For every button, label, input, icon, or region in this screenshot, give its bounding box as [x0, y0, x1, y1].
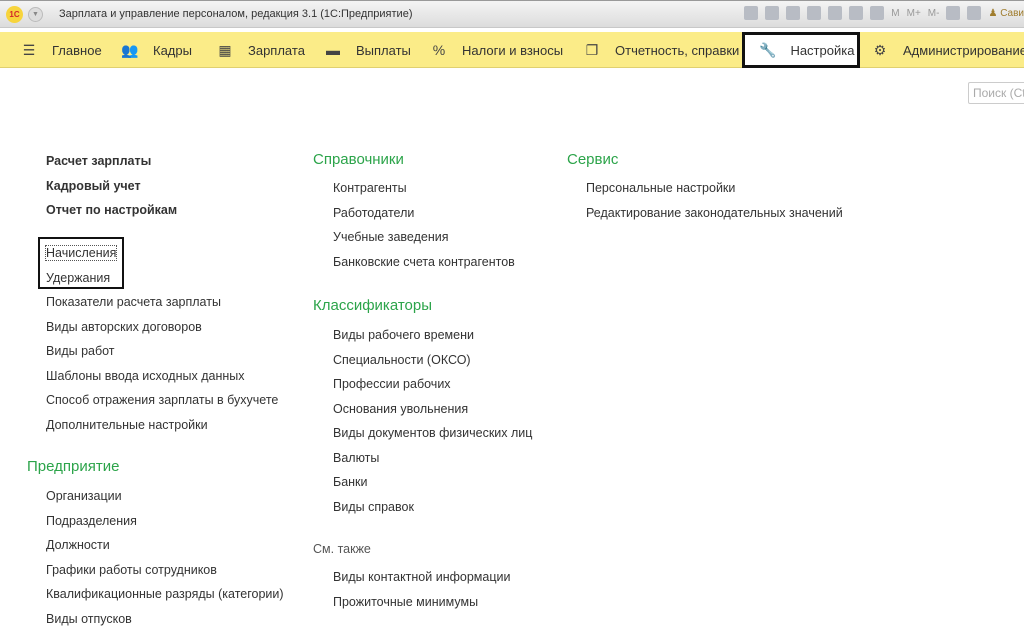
nav-payments[interactable]: ▬ Выплаты	[324, 32, 411, 68]
link-additional-settings[interactable]: Дополнительные настройки	[46, 413, 278, 438]
main-menu-button[interactable]: ▼	[28, 7, 43, 22]
service-links: Персональные настройки Редактирование за…	[586, 176, 843, 225]
percent-icon: %	[430, 42, 448, 58]
link-bank-accounts[interactable]: Банковские счета контрагентов	[333, 250, 515, 275]
user-label: Сави	[1000, 8, 1024, 19]
toolbar: M M+ M- ♟ Сави	[744, 6, 1024, 20]
link-accruals[interactable]: Начисления	[46, 246, 116, 260]
link-currencies[interactable]: Валюты	[333, 446, 532, 471]
panels-icon[interactable]	[967, 6, 981, 20]
menu-icon: ☰	[20, 42, 38, 59]
link-settings-report[interactable]: Отчет по настройкам	[46, 198, 177, 223]
wrench-icon: 🔧	[759, 42, 776, 59]
nav-administration[interactable]: ⚙ Администрирование	[871, 32, 1024, 68]
nav-label: Администрирование	[903, 43, 1024, 58]
section-panel: ☰ Главное 👥 Кадры ▦ Зарплата ▬ Выплаты % Нало…	[0, 32, 1024, 68]
directories-links: Контрагенты Работодатели Учебные заведен…	[333, 176, 515, 274]
spreadsheet-icon[interactable]	[849, 6, 863, 20]
section-enterprise: Предприятие	[27, 455, 119, 479]
link-counterparties[interactable]: Контрагенты	[333, 176, 515, 201]
link-positions[interactable]: Должности	[46, 533, 284, 558]
nav-label: Отчетность, справки	[615, 43, 739, 58]
print-icon[interactable]	[765, 6, 779, 20]
nav-reports[interactable]: ❐ Отчетность, справки	[583, 32, 739, 68]
preview-icon[interactable]	[786, 6, 800, 20]
link-schedules[interactable]: Графики работы сотрудников	[46, 558, 284, 583]
link-author-contracts[interactable]: Виды авторских договоров	[46, 315, 278, 340]
card-icon: ▬	[324, 42, 342, 58]
link-departments[interactable]: Подразделения	[46, 509, 284, 534]
users-icon: 👥	[121, 42, 139, 59]
link-personal-settings[interactable]: Персональные настройки	[586, 176, 843, 201]
title-bar: 1С ▼ Зарплата и управление персоналом, р…	[0, 0, 1024, 28]
link-schools[interactable]: Учебные заведения	[333, 225, 515, 250]
link-dismissal-grounds[interactable]: Основания увольнения	[333, 397, 532, 422]
memory-plus-button[interactable]: M+	[907, 8, 921, 19]
section-see-also: См. также	[313, 537, 371, 561]
nav-label: Зарплата	[248, 43, 305, 58]
link-specialties[interactable]: Специальности (ОКСО)	[333, 348, 532, 373]
nav-label: Настройка	[790, 43, 854, 58]
reports-icon: ❐	[583, 42, 601, 59]
link-accounting-method[interactable]: Способ отражения зарплаты в бухучете	[46, 388, 278, 413]
see-also-links: Виды контактной информации Прожиточные м…	[333, 565, 510, 614]
link-hr-accounting[interactable]: Кадровый учет	[46, 174, 177, 199]
link-banks[interactable]: Банки	[333, 470, 532, 495]
nav-staff[interactable]: 👥 Кадры	[121, 32, 192, 68]
user-name[interactable]: ♟ Сави	[988, 8, 1024, 19]
link-work-types[interactable]: Виды работ	[46, 339, 278, 364]
link-organizations[interactable]: Организации	[46, 484, 284, 509]
calculator-icon: ▦	[216, 42, 234, 59]
link-subsistence-minimums[interactable]: Прожиточные минимумы	[333, 590, 510, 615]
classifiers-links: Виды рабочего времени Специальности (ОКС…	[333, 323, 532, 519]
link-professions[interactable]: Профессии рабочих	[333, 372, 532, 397]
link-icon[interactable]	[807, 6, 821, 20]
left-links: Начисления Удержания Показатели расчета …	[46, 241, 278, 437]
link-indicators[interactable]: Показатели расчета зарплаты	[46, 290, 278, 315]
calendar-icon[interactable]	[870, 6, 884, 20]
nav-label: Главное	[52, 43, 102, 58]
search-input[interactable]: Поиск (Ct	[968, 82, 1024, 104]
link-legislative-values[interactable]: Редактирование законодательных значений	[586, 201, 843, 226]
memory-minus-button[interactable]: M-	[928, 8, 940, 19]
nav-taxes[interactable]: % Налоги и взносы	[430, 32, 563, 68]
save-icon[interactable]	[744, 6, 758, 20]
memory-button[interactable]: M	[891, 8, 899, 19]
link-vacation-types[interactable]: Виды отпусков	[46, 607, 284, 631]
section-classifiers: Классификаторы	[313, 294, 432, 318]
link-grades[interactable]: Квалификационные разряды (категории)	[46, 582, 284, 607]
link-certificate-types[interactable]: Виды справок	[333, 495, 532, 520]
zoom-icon[interactable]	[946, 6, 960, 20]
link2-icon[interactable]	[828, 6, 842, 20]
window-title: Зарплата и управление персоналом, редакц…	[59, 8, 412, 20]
link-id-documents[interactable]: Виды документов физических лиц	[333, 421, 532, 446]
gear-icon: ⚙	[871, 42, 889, 59]
nav-label: Выплаты	[356, 43, 411, 58]
link-contact-info-types[interactable]: Виды контактной информации	[333, 565, 510, 590]
link-salary-calc[interactable]: Расчет зарплаты	[46, 149, 177, 174]
section-directories: Справочники	[313, 148, 404, 172]
link-templates[interactable]: Шаблоны ввода исходных данных	[46, 364, 278, 389]
nav-main[interactable]: ☰ Главное	[20, 32, 102, 68]
section-service: Сервис	[567, 148, 618, 172]
link-work-time-types[interactable]: Виды рабочего времени	[333, 323, 532, 348]
enterprise-links: Организации Подразделения Должности Граф…	[46, 484, 284, 631]
nav-settings[interactable]: 🔧 Настройка	[742, 32, 860, 68]
link-deductions[interactable]: Удержания	[46, 266, 278, 291]
nav-label: Налоги и взносы	[462, 43, 563, 58]
nav-salary[interactable]: ▦ Зарплата	[216, 32, 305, 68]
link-employers[interactable]: Работодатели	[333, 201, 515, 226]
app-logo-icon[interactable]: 1С	[6, 6, 23, 23]
nav-label: Кадры	[153, 43, 192, 58]
left-bold-links: Расчет зарплаты Кадровый учет Отчет по н…	[46, 149, 177, 223]
